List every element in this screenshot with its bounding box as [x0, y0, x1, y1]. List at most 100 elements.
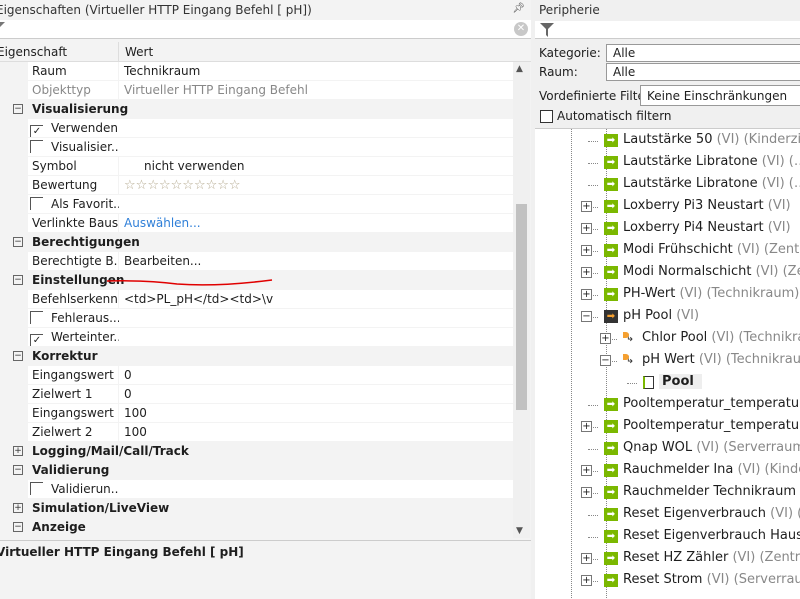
checkbox[interactable]: ✓: [30, 334, 43, 346]
property-value[interactable]: 0: [119, 366, 513, 384]
property-value[interactable]: Technikraum: [119, 62, 513, 80]
property-value[interactable]: [119, 119, 513, 137]
star-icon[interactable]: ☆: [206, 178, 218, 193]
kategorie-select[interactable]: Alle: [606, 44, 800, 62]
property-value[interactable]: [119, 328, 513, 346]
star-icon[interactable]: ☆: [159, 178, 171, 193]
expand-icon[interactable]: +: [581, 245, 592, 256]
collapse-icon[interactable]: −: [13, 522, 23, 532]
property-value[interactable]: 0: [119, 385, 513, 403]
column-header-value[interactable]: Wert: [125, 45, 153, 59]
property-row-zielwert-1[interactable]: Zielwert 10: [0, 385, 513, 404]
star-icon[interactable]: ☆: [171, 178, 183, 193]
property-value[interactable]: 100: [119, 404, 513, 422]
tree-item-loxberry-pi4-neustart[interactable]: + ➡ Loxberry Pi4 Neustart (VI): [535, 218, 800, 240]
property-row-eingangswert-2[interactable]: Eingangswert 2 100: [0, 404, 513, 423]
star-icon[interactable]: ☆: [124, 178, 136, 193]
checkbox[interactable]: [30, 311, 43, 324]
expand-icon[interactable]: +: [581, 267, 592, 278]
star-icon[interactable]: ☆: [147, 178, 159, 193]
property-row-werteinter[interactable]: ✓ Werteinter...: [0, 328, 513, 347]
property-value[interactable]: Virtueller HTTP Eingang Befehl: [119, 81, 513, 99]
category-validierung[interactable]: − Validierung: [0, 461, 513, 480]
star-icon[interactable]: ☆: [217, 178, 229, 193]
property-value[interactable]: [119, 195, 513, 213]
property-row-berechtigte-b[interactable]: Berechtigte B... Bearbeiten...: [0, 252, 513, 271]
star-icon[interactable]: ☆: [182, 178, 194, 193]
category-korrektur[interactable]: − Korrektur: [0, 347, 513, 366]
tree-item-qnap-wol[interactable]: ➡ Qnap WOL (VI) (Serverraum): [535, 438, 800, 460]
property-row-objekttyp[interactable]: Objekttyp Virtueller HTTP Eingang Befehl: [0, 81, 513, 100]
category-berechtigungen[interactable]: − Berechtigungen: [0, 233, 513, 252]
property-value[interactable]: Auswählen...: [119, 214, 513, 232]
checkbox[interactable]: [30, 140, 43, 153]
expand-icon[interactable]: +: [581, 289, 592, 300]
expand-icon[interactable]: +: [581, 201, 592, 212]
tree-item-lautst-rke-libratone[interactable]: ➡ Lautstärke Libratone (VI) (…: [535, 152, 800, 174]
expand-icon[interactable]: +: [13, 446, 23, 456]
property-row-raum[interactable]: Raum Technikraum: [0, 62, 513, 81]
property-row-eingangswert-1[interactable]: Eingangswert 10: [0, 366, 513, 385]
star-icon[interactable]: ☆: [194, 178, 206, 193]
column-header-name[interactable]: Eigenschaft: [0, 45, 67, 59]
property-value[interactable]: [119, 138, 513, 156]
collapse-icon[interactable]: −: [13, 465, 23, 475]
expand-icon[interactable]: +: [581, 465, 592, 476]
checkbox[interactable]: [30, 197, 43, 210]
property-value[interactable]: [119, 480, 513, 498]
tree-item-ph-pool[interactable]: − ➡ pH Pool (VI): [535, 306, 800, 328]
property-row-validierun[interactable]: Validierun...: [0, 480, 513, 499]
property-value[interactable]: [119, 309, 513, 327]
property-row-visualisier[interactable]: Visualisier...: [0, 138, 513, 157]
properties-search-input[interactable]: ✕: [0, 20, 531, 39]
tree-item-pooltemperatur-temperatur[interactable]: + ➡ Pooltemperatur_temperatur: [535, 416, 800, 438]
tree-item-reset-strom[interactable]: + ➡ Reset Strom (VI) (Serverraum): [535, 570, 800, 592]
checkbox[interactable]: [30, 482, 43, 495]
property-row-als-favorit[interactable]: Als Favorit...: [0, 195, 513, 214]
expand-icon[interactable]: +: [600, 333, 611, 344]
clear-icon[interactable]: ✕: [514, 22, 528, 36]
star-icon[interactable]: ☆: [229, 178, 241, 193]
property-row-bewertung[interactable]: Bewertung ☆☆☆☆☆☆☆☆☆☆: [0, 176, 513, 195]
tree-item-modi-fr-hschicht[interactable]: + ➡ Modi Frühschicht (VI) (Zentral): [535, 240, 800, 262]
expand-icon[interactable]: +: [13, 503, 23, 513]
star-icon[interactable]: ☆: [136, 178, 148, 193]
tree-item-loxberry-pi3-neustart[interactable]: + ➡ Loxberry Pi3 Neustart (VI): [535, 196, 800, 218]
property-row-verwenden[interactable]: ✓ Verwenden: [0, 119, 513, 138]
category-logging-mail-call-track[interactable]: + Logging/Mail/Call/Track: [0, 442, 513, 461]
expand-icon[interactable]: +: [581, 421, 592, 432]
tree-item-lautst-rke-50[interactable]: ➡ Lautstärke 50 (VI) (Kinderzimmer): [535, 130, 800, 152]
raum-select[interactable]: Alle: [606, 63, 800, 81]
tree-item-pool[interactable]: Pool: [535, 372, 800, 394]
automatisch-filtern-checkbox[interactable]: [540, 110, 553, 123]
property-row-symbol[interactable]: Symbol nicht verwenden: [0, 157, 513, 176]
tree-item-chlor-pool[interactable]: + ↳ Chlor Pool (VI) (Technikraum): [535, 328, 800, 350]
peripherie-search-input[interactable]: [535, 21, 800, 39]
category-simulation-liveview[interactable]: + Simulation/LiveView: [0, 499, 513, 518]
tree-item-rauchmelder-technikraum[interactable]: +➡Rauchmelder Technikraum (VI): [535, 482, 800, 504]
property-value[interactable]: 100: [119, 423, 513, 441]
checkbox[interactable]: ✓: [30, 125, 43, 137]
category-visualisierung[interactable]: − Visualisierung: [0, 100, 513, 119]
collapse-icon[interactable]: −: [13, 275, 23, 285]
expand-icon[interactable]: +: [581, 223, 592, 234]
expand-icon[interactable]: +: [581, 553, 592, 564]
tree-item-modi-normalschicht[interactable]: + ➡ Modi Normalschicht (VI) (Zentral): [535, 262, 800, 284]
collapse-icon[interactable]: −: [13, 351, 23, 361]
pin-icon[interactable]: 📌︎: [512, 3, 525, 14]
tree-item-ph-wert[interactable]: − ↳ pH Wert (VI) (Technikraum): [535, 350, 800, 372]
collapse-icon[interactable]: −: [13, 104, 23, 114]
collapse-icon[interactable]: −: [600, 355, 611, 366]
tree-item-reset-eigenverbrauch-haus[interactable]: ➡ Reset Eigenverbrauch Haus: [535, 526, 800, 548]
vertical-scrollbar[interactable]: ▲ ▼: [513, 62, 530, 538]
property-value[interactable]: nicht verwenden: [119, 157, 513, 175]
tree-item-reset-eigenverbrauch[interactable]: ➡ Reset Eigenverbrauch (VI) (…: [535, 504, 800, 526]
vordefinierte-filter-select[interactable]: Keine Einschränkungen: [640, 85, 800, 106]
rating-stars[interactable]: ☆☆☆☆☆☆☆☆☆☆: [119, 176, 513, 194]
tree-item-ph-wert[interactable]: + ➡ PH-Wert (VI) (Technikraum): [535, 284, 800, 306]
expand-icon[interactable]: +: [581, 487, 592, 498]
tree-item-rauchmelder-ina[interactable]: + ➡ Rauchmelder Ina (VI) (Kinderzimmer): [535, 460, 800, 482]
property-value[interactable]: Bearbeiten...: [119, 252, 513, 270]
expand-icon[interactable]: +: [581, 575, 592, 586]
property-row-zielwert-2[interactable]: Zielwert 2 100: [0, 423, 513, 442]
